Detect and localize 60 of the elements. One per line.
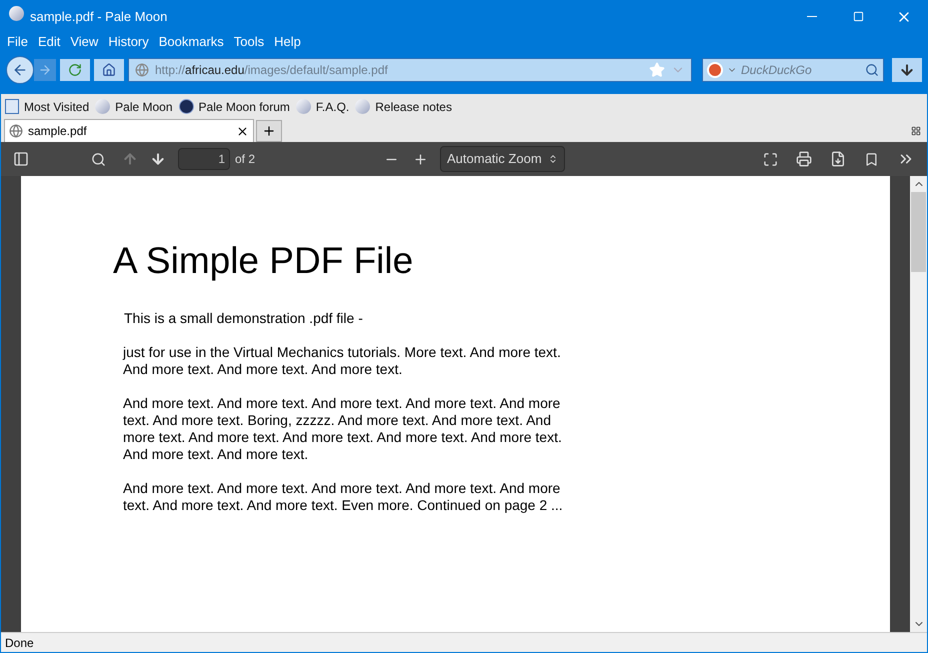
document-paragraph: And more text. And more text. And more text. And more text. And more text. And more text. And more text. Even more. Continued on page 2 ... <box>122 480 564 514</box>
menu-item[interactable]: Help <box>274 32 301 52</box>
url-text: http://africau.edu/images/default/sample.pdf <box>155 62 388 79</box>
moon-icon <box>355 99 370 114</box>
moon-icon <box>296 99 311 114</box>
globe-icon <box>135 63 149 77</box>
download-icon[interactable] <box>830 151 846 167</box>
tab-list-icon[interactable] <box>911 126 921 136</box>
window-title: sample.pdf - Pale Moon <box>30 8 168 26</box>
status-text: Done <box>5 634 34 652</box>
document-heading: A Simple PDF File <box>113 239 414 283</box>
reload-button[interactable] <box>60 59 90 81</box>
home-button[interactable] <box>94 59 124 81</box>
bookmark-item[interactable]: F.A.Q. <box>316 98 350 116</box>
menu-item[interactable]: History <box>108 32 149 52</box>
home-icon <box>102 63 116 77</box>
bookmark-item[interactable]: Release notes <box>375 98 452 116</box>
page-number-field[interactable]: 1 <box>178 148 230 170</box>
address-field[interactable]: http://africau.edu/images/default/sample.pdf <box>128 58 692 82</box>
minimize-icon <box>807 16 817 17</box>
document-paragraph: just for use in the Virtual Mechanics tutorials. More text. And more text. And more text. And more text. And more text. <box>122 344 562 378</box>
zoom-select[interactable]: Automatic Zoom <box>440 146 565 172</box>
menu-item[interactable]: Bookmarks <box>158 32 224 52</box>
app-icon <box>9 6 24 22</box>
plus-icon <box>262 124 276 138</box>
maximize-icon <box>852 11 864 22</box>
close-tab-icon[interactable] <box>236 124 249 138</box>
fullscreen-icon[interactable] <box>763 152 778 166</box>
menu-item[interactable]: Tools <box>234 32 264 52</box>
scrollbar-thumb[interactable] <box>911 192 926 272</box>
download-arrow-icon <box>899 62 915 78</box>
sidebar-toggle-icon[interactable] <box>13 151 29 167</box>
document-paragraph: This is a small demonstration .pdf file - <box>123 310 364 328</box>
downloads-button[interactable] <box>892 58 922 82</box>
next-page-icon[interactable] <box>150 151 166 167</box>
zoom-in-icon[interactable] <box>413 152 428 166</box>
bookmark-item[interactable]: Most Visited <box>24 98 90 116</box>
bookmark-icon[interactable] <box>864 152 879 166</box>
bookmark-item[interactable]: Pale Moon forum <box>198 98 290 116</box>
moon-icon <box>95 99 110 114</box>
browser-tab[interactable]: sample.pdf <box>4 119 254 142</box>
tab-title: sample.pdf <box>28 123 87 140</box>
search-icon[interactable] <box>91 152 106 166</box>
menu-item[interactable]: File <box>7 32 28 52</box>
new-tab-button[interactable] <box>256 120 282 142</box>
menu-item[interactable]: View <box>70 32 98 52</box>
search-input[interactable]: DuckDuckGo <box>741 61 861 79</box>
document-paragraph: And more text. And more text. And more text. And more text. And more text. And more text. Boring, zzzzz. And more text. And more text. And more text. And more text. And more text. And more text. And more text. And more text. And more text. <box>122 395 563 464</box>
page-count: of 2 <box>235 151 256 168</box>
bookmark-item[interactable]: Pale Moon <box>115 98 173 116</box>
reload-icon <box>68 63 82 77</box>
select-arrows-icon <box>548 154 558 164</box>
back-button[interactable] <box>6 56 34 84</box>
search-field[interactable]: DuckDuckGo <box>702 58 884 82</box>
print-icon[interactable] <box>796 151 812 167</box>
menu-item[interactable]: Edit <box>38 32 60 52</box>
globe-icon <box>9 124 23 138</box>
forward-arrow-icon <box>38 63 52 77</box>
star-icon <box>649 62 665 78</box>
search-icon <box>865 63 879 77</box>
